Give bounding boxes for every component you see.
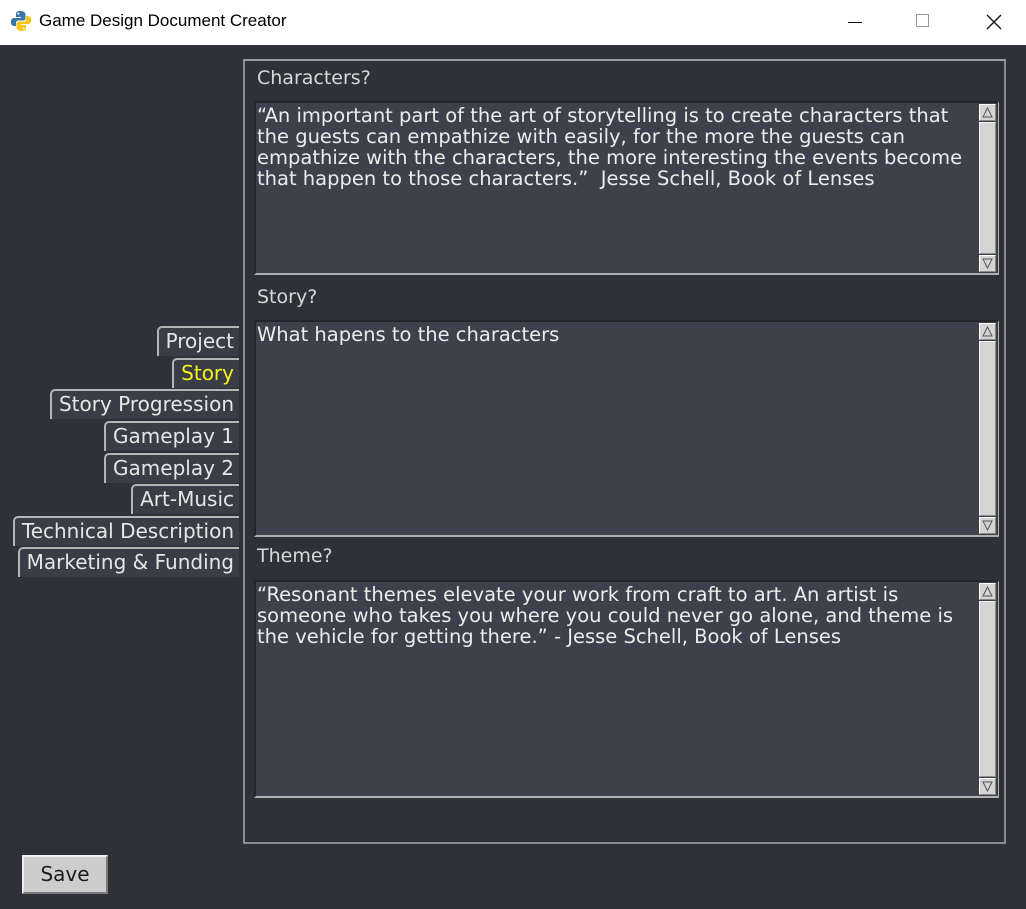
arrow-up-icon [982, 586, 993, 597]
tab-art-music[interactable]: Art-Music [131, 484, 239, 514]
scroll-thumb[interactable] [979, 341, 996, 516]
story-label: Story? [257, 286, 318, 308]
close-icon[interactable] [970, 0, 1016, 45]
scroll-thumb[interactable] [979, 601, 996, 777]
theme-text: “Resonant themes elevate your work from … [257, 583, 960, 648]
tab-project[interactable]: Project [156, 326, 239, 356]
save-button[interactable]: Save [22, 855, 108, 894]
characters-scrollbar[interactable] [978, 103, 996, 273]
scroll-up-button[interactable] [979, 323, 996, 340]
story-text: What hapens to the characters [257, 323, 560, 346]
characters-textbox[interactable]: “An important part of the art of storyte… [254, 101, 999, 275]
scroll-down-button[interactable] [979, 778, 996, 795]
arrow-up-icon [982, 107, 993, 118]
scroll-up-button[interactable] [979, 104, 996, 121]
tab-story-progression[interactable]: Story Progression [49, 389, 239, 419]
tab-gameplay-1[interactable]: Gameplay 1 [104, 421, 239, 451]
arrow-down-icon [982, 258, 993, 269]
python-icon [11, 11, 31, 31]
tab-gameplay-2[interactable]: Gameplay 2 [104, 453, 239, 483]
app-content: Project Story Story Progression Gameplay… [0, 45, 1026, 909]
tab-marketing-funding[interactable]: Marketing & Funding [17, 547, 239, 577]
theme-scrollbar[interactable] [978, 582, 996, 796]
tab-story[interactable]: Story [172, 358, 239, 388]
arrow-down-icon [982, 520, 993, 531]
minimize-icon[interactable] [832, 0, 878, 45]
theme-textbox[interactable]: “Resonant themes elevate your work from … [254, 580, 999, 798]
characters-label: Characters? [257, 67, 371, 89]
arrow-down-icon [982, 781, 993, 792]
story-panel: Characters? “An important part of the ar… [243, 59, 1006, 844]
story-scrollbar[interactable] [978, 322, 996, 535]
characters-text: “An important part of the art of storyte… [257, 104, 969, 190]
scroll-down-button[interactable] [979, 517, 996, 534]
title-bar: Game Design Document Creator [0, 0, 1026, 45]
scroll-up-button[interactable] [979, 583, 996, 600]
arrow-up-icon [982, 326, 993, 337]
tab-technical-description[interactable]: Technical Description [12, 516, 239, 546]
story-textbox[interactable]: What hapens to the characters [254, 320, 999, 537]
maximize-icon[interactable] [900, 0, 946, 45]
scroll-thumb[interactable] [979, 122, 996, 254]
window-title: Game Design Document Creator [39, 11, 287, 30]
scroll-down-button[interactable] [979, 255, 996, 272]
theme-label: Theme? [257, 545, 333, 567]
